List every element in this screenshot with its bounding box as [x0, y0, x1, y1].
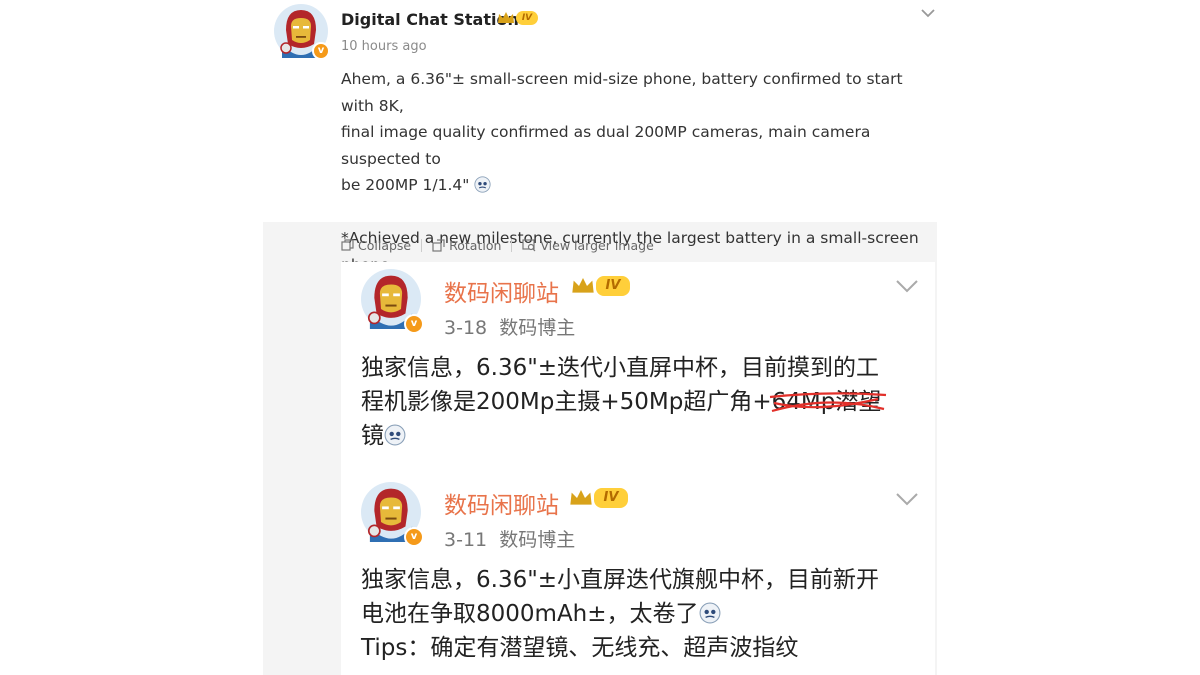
author-avatar[interactable]: v: [274, 4, 330, 60]
emoji-icon: [384, 424, 406, 446]
chevron-down-icon[interactable]: [920, 7, 936, 19]
post-line: Ahem, a 6.36"± small-screen mid-size pho…: [341, 70, 903, 115]
collapse-icon: [341, 238, 354, 251]
embedded-post-body: 独家信息，6.36"±小直屏迭代旗舰中杯，目前新开 电池在争取8000mAh±，…: [361, 567, 880, 661]
post-line: be 200MP 1/1.4": [341, 172, 933, 199]
post-time: 10 hours ago: [341, 39, 427, 54]
collapse-button[interactable]: Collapse: [341, 238, 411, 253]
embedded-avatar: v: [361, 269, 424, 334]
verified-icon: v: [312, 42, 330, 60]
chevron-down-icon: [896, 280, 918, 293]
crown-icon: [572, 278, 594, 293]
level-badge: IV: [569, 488, 628, 508]
emoji-icon: [699, 602, 720, 624]
rotation-button[interactable]: Rotation: [432, 238, 501, 253]
view-larger-icon: [522, 238, 536, 251]
embedded-meta: 3-11 数码博主: [444, 529, 576, 551]
post-line: final image quality confirmed as dual 20…: [341, 123, 871, 168]
rotation-icon: [432, 238, 445, 252]
strike-mark: [769, 392, 886, 413]
level-badge: IV: [497, 11, 538, 25]
verified-icon: v: [404, 527, 424, 547]
level-badge: IV: [571, 276, 630, 296]
crown-icon: [498, 12, 514, 23]
crown-icon: [570, 490, 592, 505]
chevron-down-icon: [896, 493, 918, 506]
view-larger-button[interactable]: View larger image: [522, 238, 654, 253]
struck-text: 64Mp潜望: [769, 385, 886, 419]
embedded-image[interactable]: v 数码闲聊站 IV 3-18 数码博主 独家信息，6.36"±迭代小直屏中杯，…: [341, 262, 935, 675]
verified-icon: v: [404, 314, 424, 334]
embedded-avatar: v: [361, 482, 424, 547]
embedded-author-name: 数码闲聊站: [444, 281, 559, 307]
author-name[interactable]: Digital Chat Station: [341, 10, 519, 29]
embedded-post-body: 独家信息，6.36"±迭代小直屏中杯，目前摸到的工 程机影像是200Mp主摄+5…: [361, 351, 931, 453]
image-toolbar: Collapse Rotation View larger image: [341, 235, 654, 255]
emoji-icon: [474, 176, 491, 193]
embedded-author-name: 数码闲聊站: [444, 493, 559, 519]
embedded-meta: 3-18 数码博主: [444, 317, 576, 339]
